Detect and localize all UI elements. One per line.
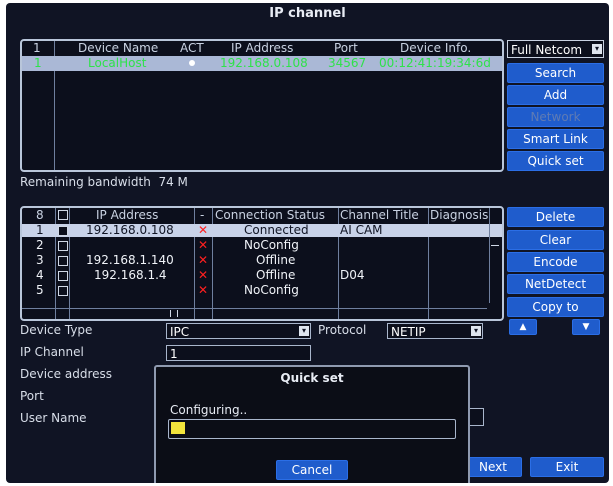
exit-button[interactable]: Exit [530, 457, 604, 477]
table-row[interactable]: 2 ✕ NoConfig [22, 239, 502, 252]
channel-list-header: 8 IP Address - Connection Status Channel… [22, 208, 502, 222]
quick-set-dialog: Quick set Configuring.. Cancel [154, 365, 470, 483]
row-checkbox[interactable] [58, 271, 68, 281]
device-list-table: 1 Device Name ACT IP Address Port Device… [20, 39, 504, 172]
copy-to-button[interactable]: Copy to [507, 297, 604, 317]
delete-button[interactable]: Delete [507, 207, 604, 227]
triangle-up-icon: ▲ [519, 322, 527, 332]
header-port: Port [334, 41, 358, 55]
progress-fill [171, 422, 185, 434]
password-field[interactable] [468, 408, 484, 426]
select-all-checkbox[interactable] [58, 210, 68, 220]
ip-channel-window: IP channel 1 Device Name ACT IP Address … [6, 3, 609, 483]
clear-button[interactable]: Clear [507, 230, 604, 250]
table-row[interactable]: 1 192.168.0.108 ✕ Connected AI CAM [22, 224, 502, 237]
chevron-down-icon: ▾ [471, 326, 481, 336]
header-dash: - [200, 208, 205, 222]
bandwidth-value: 74 M [158, 175, 188, 189]
close-icon: ✕ [198, 223, 209, 237]
dialog-title: Quick set [280, 371, 344, 385]
close-icon: ✕ [198, 268, 209, 282]
close-icon: ✕ [198, 238, 209, 252]
add-button[interactable]: Add [507, 85, 604, 105]
quick-set-button[interactable]: Quick set [507, 151, 604, 171]
header-channel-title: Channel Title [340, 208, 419, 222]
header-ip-address: IP Address [231, 41, 294, 55]
header-ip-address: IP Address [96, 208, 159, 222]
row-checkbox[interactable] [58, 241, 68, 251]
header-index: 1 [33, 41, 41, 55]
table-row[interactable]: 3 192.168.1.140 ✕ Offline [22, 254, 502, 267]
bandwidth-label: Remaining bandwidth 74 M [20, 175, 188, 189]
header-act: ACT [180, 41, 204, 55]
device-address-label: Device address [20, 367, 112, 381]
port-label: Port [20, 389, 44, 403]
encode-button[interactable]: Encode [507, 252, 604, 272]
cancel-button[interactable]: Cancel [276, 460, 348, 480]
device-list-header: 1 Device Name ACT IP Address Port Device… [22, 41, 502, 56]
protocol-label: Protocol [318, 323, 367, 337]
header-diagnosis: Diagnosis [430, 208, 489, 222]
chevron-down-icon: ▾ [592, 44, 602, 54]
vertical-scrollbar[interactable] [489, 208, 500, 303]
act-indicator-icon [189, 60, 195, 66]
smart-link-button[interactable]: Smart Link [507, 129, 604, 149]
header-device-info: Device Info. [400, 41, 472, 55]
chevron-down-icon: ▾ [299, 326, 309, 336]
close-icon: ✕ [198, 253, 209, 267]
next-button[interactable]: Next [464, 457, 522, 477]
table-row[interactable]: 1 LocalHost 192.168.0.108 34567 00:12:41… [22, 56, 502, 71]
window-title: IP channel [269, 6, 346, 21]
channel-list-table: 8 IP Address - Connection Status Channel… [20, 206, 504, 321]
close-icon: ✕ [198, 283, 209, 297]
netdetect-button[interactable]: NetDetect [507, 274, 604, 294]
scroll-thumb[interactable] [491, 236, 499, 246]
triangle-down-icon: ▼ [582, 322, 590, 332]
network-button[interactable]: Network [507, 107, 604, 127]
scroll-thumb[interactable] [170, 310, 178, 317]
row-checkbox[interactable] [58, 226, 68, 236]
header-connection-status: Connection Status [215, 208, 325, 222]
row-checkbox[interactable] [58, 256, 68, 266]
protocol-select[interactable]: NETIP ▾ [387, 323, 483, 339]
device-type-label: Device Type [20, 323, 93, 337]
ip-channel-field[interactable]: 1 [166, 345, 311, 361]
move-up-button[interactable]: ▲ [509, 319, 537, 335]
header-device-name: Device Name [78, 41, 159, 55]
table-row[interactable]: 5 ✕ NoConfig [22, 284, 502, 297]
header-channel-count: 8 [36, 208, 44, 222]
move-down-button[interactable]: ▼ [572, 319, 600, 335]
progress-bar [168, 419, 456, 439]
search-button[interactable]: Search [507, 63, 604, 83]
row-checkbox[interactable] [58, 286, 68, 296]
user-name-label: User Name [20, 411, 87, 425]
device-type-select[interactable]: IPC ▾ [166, 323, 311, 339]
horizontal-scrollbar[interactable] [22, 308, 487, 319]
ip-channel-label: IP Channel [20, 345, 84, 359]
table-row[interactable]: 4 192.168.1.4 ✕ Offline D04 [22, 269, 502, 282]
protocol-filter-select[interactable]: Full Netcom ▾ [507, 40, 604, 58]
dialog-status-text: Configuring.. [170, 403, 248, 417]
